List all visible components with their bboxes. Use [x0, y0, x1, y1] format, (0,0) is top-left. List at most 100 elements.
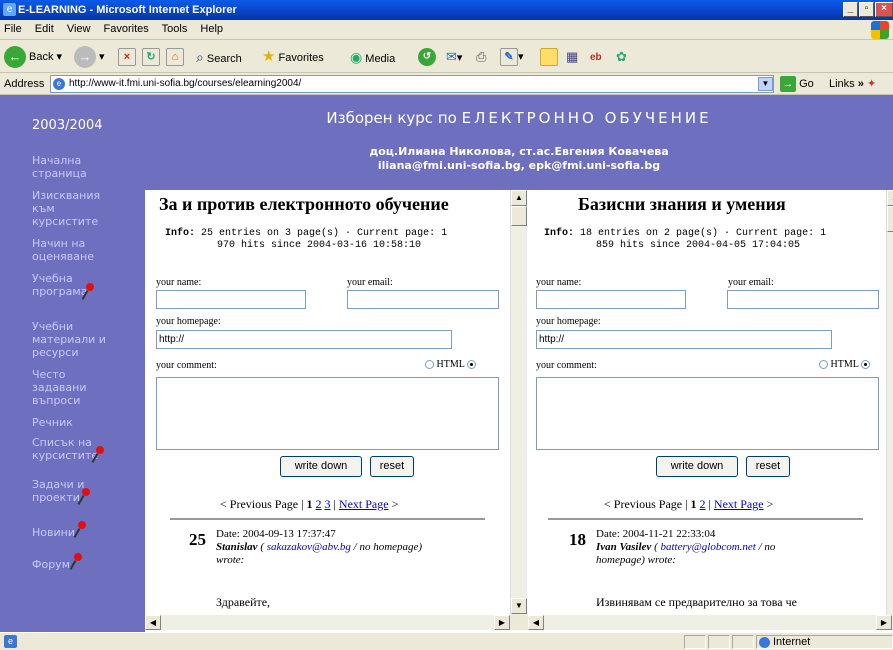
guestbook-frame-1: За и против електронното обучение Info: …	[145, 190, 510, 615]
mail-button[interactable]: ✉▾	[446, 46, 462, 68]
divider	[548, 518, 863, 520]
guestbook-frame-2: Базисни знания и умения Info: 18 entries…	[528, 190, 886, 615]
html-option[interactable]: HTML	[819, 359, 870, 370]
entry-header: Date: 2004-11-21 22:33:04 Ivan Vasilev (…	[596, 528, 776, 566]
close-button[interactable]: ×	[875, 2, 893, 17]
scroll-up-icon[interactable]: ▲	[887, 190, 893, 206]
text-radio[interactable]	[860, 360, 870, 370]
comment-textarea[interactable]	[156, 377, 499, 450]
write-down-button[interactable]: write down	[656, 456, 738, 477]
nav-requirements[interactable]: Изисквания към курсистите	[32, 189, 112, 228]
ebay-icon: eb	[590, 52, 602, 63]
links-button[interactable]: Links » ✦	[829, 76, 876, 94]
nav-home[interactable]: Начална страница	[32, 154, 112, 180]
favorites-button[interactable]: ★ Favorites	[262, 46, 324, 68]
menu-help[interactable]: Help	[200, 23, 223, 35]
menu-tools[interactable]: Tools	[162, 23, 188, 35]
menu-favorites[interactable]: Favorites	[104, 23, 149, 35]
scroll-right-icon[interactable]: ▶	[494, 615, 510, 630]
reset-button[interactable]: reset	[370, 456, 414, 477]
nav-curriculum[interactable]: Учебна програма	[32, 272, 112, 298]
nav-faq[interactable]: Често задавани въпроси	[32, 368, 112, 407]
messenger-button[interactable]: ✿	[616, 46, 627, 68]
page-link[interactable]: 2	[316, 497, 322, 511]
security-zone: Internet	[756, 635, 893, 649]
scroll-corner	[510, 615, 528, 630]
guestbook-info: Info: 25 entries on 3 page(s) · Current …	[165, 228, 448, 239]
back-button[interactable]: ← Back ▾	[4, 46, 62, 69]
maximize-button[interactable]: ▫	[859, 2, 874, 17]
html-radio[interactable]	[819, 360, 828, 370]
reset-button[interactable]: reset	[746, 456, 790, 477]
text-radio[interactable]	[466, 360, 476, 370]
entry-email-link[interactable]: battery@globcom.net	[660, 541, 755, 553]
next-page-link[interactable]: Next Page	[714, 497, 764, 511]
nav-projects[interactable]: Задачи и проекти	[32, 478, 112, 504]
menu-file[interactable]: File	[4, 23, 22, 35]
address-dropdown-icon[interactable]: ▼	[758, 77, 773, 91]
go-button[interactable]: → Go	[780, 76, 814, 94]
frame-1-hscrollbar[interactable]: ◀ ▶	[145, 615, 527, 630]
html-radio[interactable]	[425, 360, 434, 370]
scroll-thumb[interactable]	[511, 206, 527, 226]
status-cell	[684, 635, 706, 649]
media-button[interactable]: ◉ Media	[350, 46, 395, 68]
scroll-thumb[interactable]	[887, 206, 893, 232]
research-button[interactable]: ▦	[566, 46, 578, 68]
windows-logo-icon	[871, 21, 889, 39]
frame-2-scrollbar[interactable]: ▲	[886, 190, 893, 615]
frame-2-hscrollbar[interactable]: ◀ ▶	[528, 615, 893, 630]
search-button[interactable]: ⌕ Search	[196, 46, 242, 68]
pin-icon	[68, 553, 86, 571]
media-icon: ◉	[350, 49, 363, 65]
nav-materials[interactable]: Учебни материали и ресурси	[32, 320, 112, 359]
frame-1-scrollbar[interactable]: ▲ ▼	[510, 190, 527, 615]
edit-button[interactable]: ✎ ▾	[500, 46, 524, 68]
entry-number: 25	[189, 530, 206, 549]
course-authors: доц.Илиана Николова, ст.ас.Евгения Ковач…	[369, 145, 669, 172]
minimize-button[interactable]: _	[843, 2, 858, 17]
ie-logo-icon: e	[3, 3, 16, 16]
nav-grading[interactable]: Начин на оценяване	[32, 237, 112, 263]
menu-view[interactable]: View	[67, 23, 91, 35]
page-done-icon: e	[4, 635, 17, 648]
guestbook-title: Базисни знания и умения	[578, 194, 786, 214]
email-input[interactable]	[347, 290, 499, 309]
entry-email-link[interactable]: sakazakov@abv.bg	[267, 541, 351, 553]
homepage-input[interactable]: http://	[156, 330, 452, 349]
address-bar: Address http://www-it.fmi.uni-sofia.bg/c…	[0, 73, 893, 95]
stop-button[interactable]: ×	[118, 46, 136, 68]
discuss-button[interactable]	[540, 46, 558, 68]
page-link[interactable]: 3	[325, 497, 331, 511]
nav-glossary[interactable]: Речник	[32, 416, 112, 429]
comment-label: your comment:	[536, 360, 597, 371]
email-input[interactable]	[727, 290, 879, 309]
academic-year: 2003/2004	[32, 118, 103, 133]
scroll-left-icon[interactable]: ◀	[145, 615, 161, 630]
write-down-button[interactable]: write down	[280, 456, 362, 477]
refresh-button[interactable]: ↻	[142, 46, 160, 68]
comment-textarea[interactable]	[536, 377, 879, 450]
page-link[interactable]: 2	[700, 497, 706, 511]
scroll-up-icon[interactable]: ▲	[511, 190, 527, 206]
comment-label: your comment:	[156, 360, 217, 371]
menu-edit[interactable]: Edit	[35, 23, 54, 35]
back-arrow-icon: ←	[4, 46, 26, 69]
history-button[interactable]: ↺	[418, 46, 439, 68]
name-input[interactable]	[156, 290, 306, 309]
home-button[interactable]: ⌂	[166, 46, 184, 68]
scroll-left-icon[interactable]: ◀	[528, 615, 544, 630]
page-icon: e	[53, 78, 65, 90]
print-button[interactable]: ⎙	[476, 46, 486, 68]
forward-button[interactable]: → ▾	[74, 46, 105, 69]
homepage-input[interactable]: http://	[536, 330, 832, 349]
menu-bar: File Edit View Favorites Tools Help	[0, 20, 893, 40]
next-page-link[interactable]: Next Page	[339, 497, 389, 511]
ebay-button[interactable]: eb	[590, 46, 602, 68]
scroll-right-icon[interactable]: ▶	[876, 615, 892, 630]
name-input[interactable]	[536, 290, 686, 309]
html-option[interactable]: HTML	[425, 359, 476, 370]
address-input[interactable]: http://www-it.fmi.uni-sofia.bg/courses/e…	[50, 75, 774, 93]
name-label: your name:	[156, 277, 202, 288]
scroll-down-icon[interactable]: ▼	[511, 598, 527, 614]
